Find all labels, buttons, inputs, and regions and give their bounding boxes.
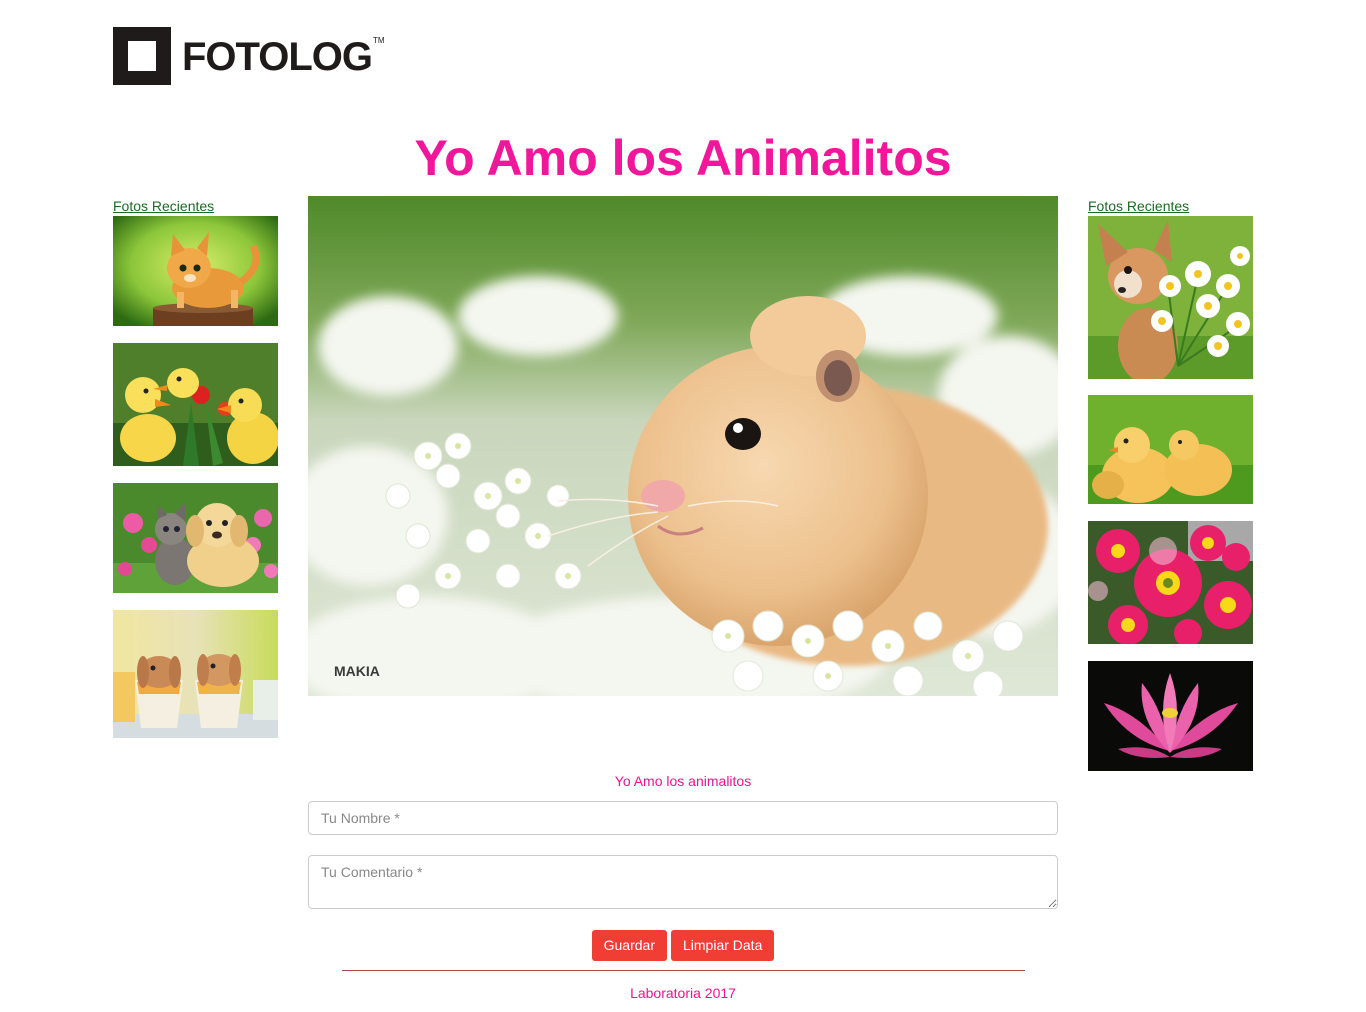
photo-thumb-gerberas[interactable] xyxy=(1088,521,1253,644)
logo-square-icon xyxy=(113,27,171,85)
recent-photos-link-left[interactable]: Fotos Recientes xyxy=(113,198,278,216)
photo-thumb-lotus[interactable] xyxy=(1088,661,1253,771)
save-button[interactable]: Guardar xyxy=(591,930,667,961)
recent-photos-link-right[interactable]: Fotos Recientes xyxy=(1088,198,1253,216)
footer-text: Laboratoria 2017 xyxy=(630,985,736,1001)
name-input[interactable] xyxy=(308,801,1058,835)
photo-thumb-kitten-puppy[interactable] xyxy=(113,483,278,593)
left-recent-photos: Fotos Recientes xyxy=(113,198,278,738)
page-title: Yo Amo los Animalitos xyxy=(414,130,952,186)
photo-thumb-ducklings[interactable] xyxy=(113,343,278,466)
watermark-text: MAKIA xyxy=(334,663,380,679)
form-buttons: Guardar Limpiar Data xyxy=(0,930,1366,961)
page: FOTOLOG TM Yo Amo los Animalitos Fotos R… xyxy=(0,0,1366,1012)
fotolog-logo[interactable]: FOTOLOG TM xyxy=(113,27,385,85)
clear-data-button[interactable]: Limpiar Data xyxy=(670,930,775,961)
right-recent-photos: Fotos Recientes xyxy=(1088,198,1253,771)
form-caption: Yo Amo los animalitos xyxy=(614,773,752,789)
footer-divider xyxy=(342,970,1025,971)
logo-wordmark: FOTOLOG xyxy=(182,35,373,79)
photo-thumb-bunnies[interactable] xyxy=(113,610,278,738)
photo-thumb-chihuahua[interactable] xyxy=(1088,216,1253,379)
trademark-mark: TM xyxy=(373,35,385,45)
photo-thumb-chicks[interactable] xyxy=(1088,395,1253,504)
photo-thumb-kitten[interactable] xyxy=(113,216,278,326)
main-photo-hamster: MAKIA xyxy=(308,196,1058,696)
comment-textarea[interactable] xyxy=(308,855,1058,909)
